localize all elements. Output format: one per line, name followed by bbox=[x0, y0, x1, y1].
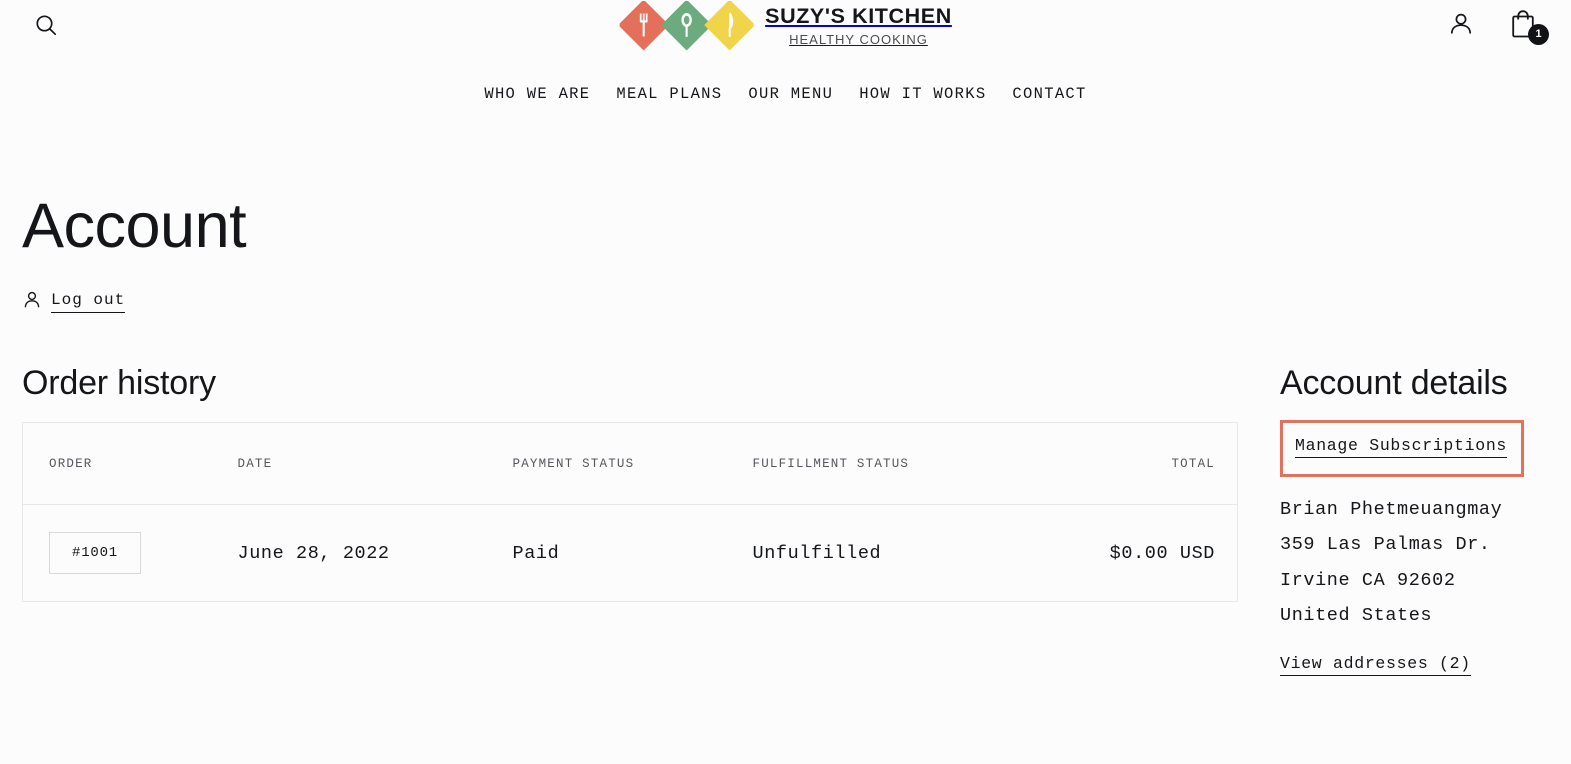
nav-item-contact[interactable]: CONTACT bbox=[999, 79, 1099, 109]
person-icon bbox=[1446, 9, 1476, 42]
site-header: SUZY'S KITCHEN HEALTHY COOKING 1 bbox=[0, 0, 1571, 52]
column-header-payment-status: PAYMENT STATUS bbox=[512, 422, 753, 505]
order-history-section: Order history ORDER DATE PAYMENT STATUS … bbox=[22, 366, 1238, 602]
address-city-state-zip: Irvine CA 92602 bbox=[1280, 569, 1456, 591]
logout-link[interactable]: Log out bbox=[51, 292, 126, 313]
nav-item-how-it-works[interactable]: HOW IT WORKS bbox=[846, 79, 999, 109]
header-actions: 1 bbox=[1441, 4, 1549, 46]
manage-subscriptions-link[interactable]: Manage Subscriptions bbox=[1295, 436, 1508, 459]
brand-logo[interactable]: SUZY'S KITCHEN HEALTHY COOKING bbox=[619, 1, 952, 51]
brand-tagline: HEALTHY COOKING bbox=[789, 32, 928, 48]
table-header-row: ORDER DATE PAYMENT STATUS FULFILLMENT ST… bbox=[22, 422, 1238, 505]
spoon-diamond bbox=[660, 1, 712, 51]
person-icon bbox=[22, 289, 42, 316]
cell-order: #1001 bbox=[23, 505, 238, 602]
order-number-link[interactable]: #1001 bbox=[49, 532, 142, 574]
table-header: ORDER DATE PAYMENT STATUS FULFILLMENT ST… bbox=[22, 422, 1238, 505]
account-columns: Order history ORDER DATE PAYMENT STATUS … bbox=[22, 364, 1549, 677]
view-addresses-link[interactable]: View addresses (2) bbox=[1280, 655, 1471, 677]
column-header-date: DATE bbox=[237, 422, 513, 505]
order-history-title: Order history bbox=[22, 364, 216, 402]
cell-payment-status: Paid bbox=[512, 542, 560, 564]
cell-total: $0.00 USD bbox=[1109, 542, 1215, 564]
knife-diamond bbox=[703, 1, 754, 51]
nav-item-our-menu[interactable]: OUR MENU bbox=[735, 79, 846, 109]
column-header-fulfillment-status: FULFILLMENT STATUS bbox=[752, 422, 1083, 505]
order-history-table: ORDER DATE PAYMENT STATUS FULFILLMENT ST… bbox=[22, 422, 1238, 602]
nav-item-meal-plans[interactable]: MEAL PLANS bbox=[603, 79, 735, 109]
account-details-title: Account details bbox=[1280, 364, 1508, 402]
nav-item-who-we-are[interactable]: WHO WE ARE bbox=[471, 79, 603, 109]
page-title: Account bbox=[22, 191, 247, 261]
column-header-order: ORDER bbox=[22, 422, 238, 505]
search-icon bbox=[32, 12, 60, 43]
column-header-total: TOTAL bbox=[1082, 422, 1238, 505]
address-street: 359 Las Palmas Dr. bbox=[1280, 534, 1491, 556]
table-body: #1001 June 28, 2022 Paid Unfulfilled $0.… bbox=[23, 505, 1238, 602]
table-row: #1001 June 28, 2022 Paid Unfulfilled $0.… bbox=[23, 505, 1238, 602]
account-details-section: Account details Manage Subscriptions Bri… bbox=[1238, 364, 1549, 677]
address-country: United States bbox=[1280, 604, 1433, 626]
manage-subscriptions-highlight: Manage Subscriptions bbox=[1280, 420, 1525, 478]
logo-marks bbox=[619, 1, 754, 51]
account-button[interactable] bbox=[1441, 4, 1481, 46]
view-addresses-wrap: View addresses (2) bbox=[1280, 655, 1549, 677]
cart-count-badge: 1 bbox=[1528, 24, 1549, 45]
main-content: Account Log out Order history ORDER DATE… bbox=[0, 167, 1571, 677]
account-address: Brian Phetmeuangmay 359 Las Palmas Dr. I… bbox=[1280, 499, 1549, 626]
address-name: Brian Phetmeuangmay bbox=[1280, 499, 1503, 521]
cart-button[interactable]: 1 bbox=[1503, 4, 1549, 46]
logout-row: Log out bbox=[22, 289, 1549, 316]
cell-fulfillment-status: Unfulfilled bbox=[752, 542, 882, 564]
page-root: SUZY'S KITCHEN HEALTHY COOKING 1 WHO WE … bbox=[0, 0, 1571, 764]
brand-name: SUZY'S KITCHEN bbox=[765, 3, 952, 28]
fork-diamond bbox=[619, 1, 669, 51]
main-navigation: WHO WE ARE MEAL PLANS OUR MENU HOW IT WO… bbox=[0, 79, 1571, 109]
search-button[interactable] bbox=[28, 9, 64, 45]
cell-date: June 28, 2022 bbox=[237, 542, 390, 564]
brand-text: SUZY'S KITCHEN HEALTHY COOKING bbox=[765, 3, 952, 48]
